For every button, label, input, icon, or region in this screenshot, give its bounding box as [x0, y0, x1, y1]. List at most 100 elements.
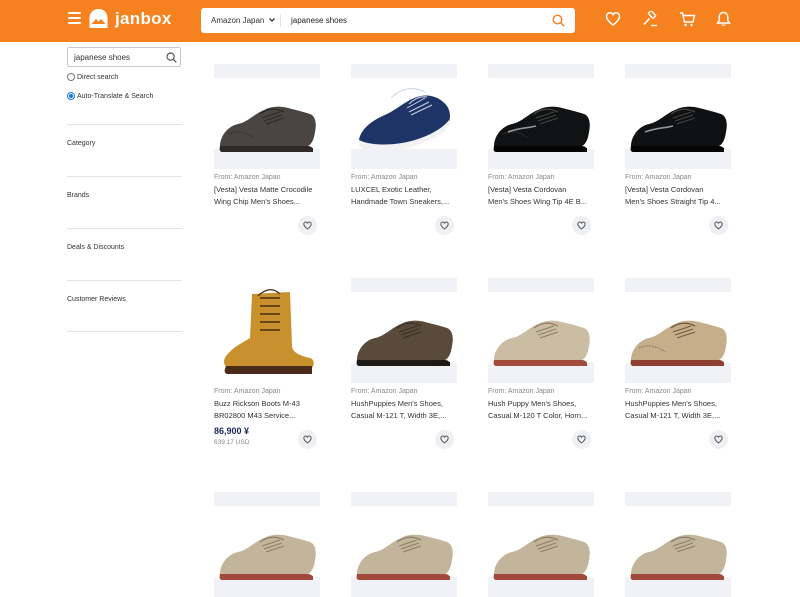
product-title-line[interactable]: Buzz Rickson Boots M-43 [214, 398, 322, 410]
product-title-line[interactable]: Casual M-120 T Color, Horn... [488, 410, 596, 422]
product-title-line[interactable]: [Vesta] Vesta Cordovan [488, 184, 596, 196]
search-icon[interactable] [552, 14, 565, 27]
add-to-wishlist-button[interactable] [435, 430, 454, 449]
heart-icon [303, 435, 312, 444]
product-title-line[interactable]: Men's Shoes Wing Tip 4E B... [488, 196, 596, 208]
product-title-line[interactable]: [Vesta] Vesta Cordovan [625, 184, 733, 196]
product-title[interactable]: LUXCEL Exotic Leather, Handmade Town Sne… [351, 184, 459, 208]
product-image[interactable] [625, 492, 731, 597]
shoe-image [219, 534, 316, 580]
shoe-image [219, 106, 316, 152]
store-select[interactable]: Amazon Japan [211, 8, 264, 33]
filter-label: Category [67, 140, 96, 147]
logo-icon [89, 9, 108, 28]
filter-label: Customer Reviews [67, 296, 126, 303]
product-title[interactable]: [Vesta] Vesta Cordovan Men's Shoes Strai… [625, 184, 733, 208]
product-image[interactable] [488, 492, 594, 597]
search-input[interactable]: japanese shoes [291, 8, 347, 33]
radio-label: Direct search [77, 73, 119, 81]
product-title-line[interactable]: HushPuppies Men's Shoes, [351, 398, 459, 410]
product-title-line[interactable]: Handmade Town Sneakers,... [351, 196, 459, 208]
shoe-image [493, 320, 590, 366]
radio-direct-search[interactable]: Direct search [67, 71, 182, 83]
product-title-line[interactable]: [Vesta] Vesta Matte Crocodile [214, 184, 322, 196]
chevron-down-icon[interactable] [268, 8, 276, 33]
product-image[interactable] [214, 278, 320, 383]
heart-icon [577, 435, 586, 444]
search-icon[interactable] [166, 52, 177, 63]
add-to-wishlist-button[interactable] [709, 216, 728, 235]
sidebar-search-field[interactable]: japanese shoes [67, 47, 181, 67]
filter-category[interactable]: Category [67, 124, 182, 176]
product-source: From: Amazon Japan [214, 388, 281, 395]
product-image[interactable] [214, 492, 320, 597]
product-title-line[interactable]: Casual M-121 T, Width 3E,... [625, 410, 733, 422]
product-image[interactable] [214, 64, 320, 169]
product-image[interactable] [625, 64, 731, 169]
product-source: From: Amazon Japan [625, 174, 692, 181]
product-title[interactable]: [Vesta] Vesta Cordovan Men's Shoes Wing … [488, 184, 596, 208]
product-title-line[interactable]: HushPuppies Men's Shoes, [625, 398, 733, 410]
search-divider [280, 14, 281, 27]
logo-text: janbox [115, 9, 172, 28]
auction-hammer-icon[interactable] [642, 11, 658, 27]
product-title[interactable]: HushPuppies Men's Shoes, Casual M-121 T,… [625, 398, 733, 422]
product-source: From: Amazon Japan [488, 388, 555, 395]
heart-icon [440, 221, 449, 230]
product-title[interactable]: Buzz Rickson Boots M-43 BR02800 M43 Serv… [214, 398, 322, 422]
heart-icon[interactable] [605, 11, 621, 27]
shoe-image [356, 320, 453, 366]
product-source: From: Amazon Japan [351, 388, 418, 395]
radio-button-checked[interactable] [67, 92, 75, 100]
shoe-image [630, 320, 727, 366]
heart-icon [577, 221, 586, 230]
add-to-wishlist-button[interactable] [572, 430, 591, 449]
shoe-image [359, 88, 450, 151]
bell-icon[interactable] [716, 11, 731, 27]
product-title-line[interactable]: BR02800 M43 Service... [214, 410, 322, 422]
search-bar: Amazon Japan japanese shoes [201, 8, 575, 33]
product-title-line[interactable]: Casual M-121 T, Width 3E,... [351, 410, 459, 422]
filter-label: Brands [67, 192, 90, 199]
product-price-usd: 639.17 USD [214, 439, 250, 446]
logo[interactable]: janbox [88, 8, 172, 30]
radio-button[interactable] [67, 73, 75, 81]
shoe-image [224, 289, 314, 374]
product-image[interactable] [488, 278, 594, 383]
filter-deals[interactable]: Deals & Discounts [67, 228, 182, 280]
add-to-wishlist-button[interactable] [298, 216, 317, 235]
product-image[interactable] [351, 64, 457, 169]
filter-brands[interactable]: Brands [67, 176, 182, 228]
shoe-image [493, 534, 590, 580]
product-title-line[interactable]: Hush Puppy Men's Shoes, [488, 398, 596, 410]
radio-label: Auto-Translate & Search [77, 92, 154, 100]
product-image[interactable] [488, 64, 594, 169]
shoe-image [493, 106, 590, 152]
product-title-line[interactable]: LUXCEL Exotic Leather, [351, 184, 459, 196]
filter-customer-reviews[interactable]: Customer Reviews [67, 280, 182, 332]
cart-icon[interactable] [679, 11, 696, 27]
product-source: From: Amazon Japan [625, 388, 692, 395]
product-title-line[interactable]: Men's Shoes Straight Tip 4... [625, 196, 733, 208]
top-bar: janbox Amazon Japan japanese shoes [0, 0, 800, 42]
product-title[interactable]: HushPuppies Men's Shoes, Casual M-121 T,… [351, 398, 459, 422]
add-to-wishlist-button[interactable] [572, 216, 591, 235]
sidebar-search-value[interactable]: japanese shoes [74, 48, 130, 67]
product-image[interactable] [625, 278, 731, 383]
hamburger-menu-icon[interactable] [68, 12, 81, 24]
product-title[interactable]: Hush Puppy Men's Shoes, Casual M-120 T C… [488, 398, 596, 422]
add-to-wishlist-button[interactable] [298, 430, 317, 449]
product-title[interactable]: [Vesta] Vesta Matte Crocodile Wing Chip … [214, 184, 322, 208]
add-to-wishlist-button[interactable] [709, 430, 728, 449]
product-title-line[interactable]: Wing Chip Men's Shoes... [214, 196, 322, 208]
shoe-image [630, 534, 727, 580]
shoe-image [356, 534, 453, 580]
radio-auto-translate[interactable]: Auto-Translate & Search [67, 90, 182, 102]
heart-icon [714, 221, 723, 230]
product-source: From: Amazon Japan [488, 174, 555, 181]
product-source: From: Amazon Japan [214, 174, 281, 181]
product-image[interactable] [351, 492, 457, 597]
product-price: 86,900 ¥ [214, 426, 250, 436]
product-image[interactable] [351, 278, 457, 383]
add-to-wishlist-button[interactable] [435, 216, 454, 235]
